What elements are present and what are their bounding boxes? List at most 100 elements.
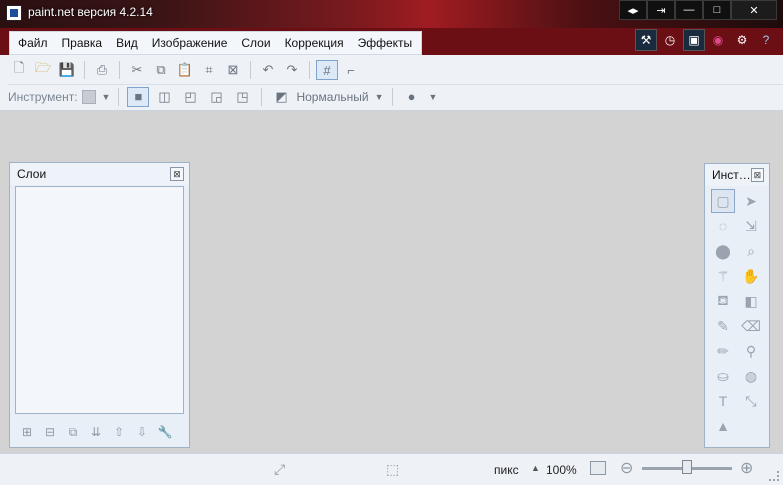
layers-actions: ⊞ ⊟ ⧉ ⇊ ⇧ ⇩ 🔧 [18,423,174,441]
new-file-icon[interactable]: 🗋 [8,60,30,80]
layers-panel-title: Слои [17,167,47,181]
lasso-select-icon[interactable]: ◌ [711,214,735,238]
pencil-icon[interactable]: ✏ [711,339,735,363]
selection-mode-intersect-icon[interactable]: ◲ [205,87,227,107]
move-selected-pixels-icon[interactable]: ➤ [739,189,763,213]
merge-layer-down-icon[interactable]: ⇊ [87,423,105,441]
tools-panel-title: Инст… [712,168,751,182]
delete-layer-icon[interactable]: ⊟ [41,423,59,441]
menu-view[interactable]: Вид [116,36,138,50]
crop-icon[interactable]: ⌗ [198,60,220,80]
shapes-icon[interactable]: ▲ [711,414,735,438]
clone-stamp-icon[interactable]: ⛀ [711,364,735,388]
separator [119,61,120,79]
common-actions-toolbar: 🗋 🗁 💾 ⎙ ✂ ⧉ 📋 ⌗ ⊠ ↶ ↷ # ⌐ [8,58,362,82]
separator [309,61,310,79]
window-maximize-button[interactable]: □ [703,0,731,20]
chevron-down-icon[interactable]: ▼ [375,92,384,102]
close-icon[interactable]: ⊠ [750,168,764,182]
menu-image[interactable]: Изображение [152,36,228,50]
tools-panel-header: Инст… ⊠ [705,164,769,186]
resize-grip[interactable] [769,471,779,481]
layers-list[interactable] [15,186,184,414]
window-close-button[interactable]: ✕ [731,0,777,20]
menu-effects[interactable]: Эффекты [358,36,413,50]
help-icon[interactable]: ? [755,29,777,51]
menu-layers[interactable]: Слои [241,36,270,50]
paste-icon[interactable]: 📋 [174,60,196,80]
deselect-icon[interactable]: ⊠ [222,60,244,80]
blend-mode-select[interactable]: Нормальный [296,90,368,104]
gear-icon[interactable]: ⚙ [731,29,753,51]
history-clock-icon[interactable]: ◷ [659,29,681,51]
zoom-icon[interactable]: ⌕ [739,239,763,263]
recolor-icon[interactable]: ◍ [739,364,763,388]
layers-icon[interactable]: ▣ [683,29,705,51]
rulers-icon[interactable]: ⌐ [340,60,362,80]
units-select[interactable]: пикс [494,463,519,477]
toolbar-area: 🗋 🗁 💾 ⎙ ✂ ⧉ 📋 ⌗ ⊠ ↶ ↷ # ⌐ Инструмент: ▼ … [0,55,783,111]
separator [391,87,393,106]
print-icon[interactable]: ⎙ [91,60,113,80]
zoom-to-window-icon[interactable] [590,461,606,475]
window-minimize-button[interactable]: — [675,0,703,20]
zoom-in-icon[interactable]: ⊕ [740,458,753,478]
separator [84,61,85,79]
window-exit-fullscreen-button[interactable]: ⇥ [647,0,675,20]
separator [250,61,251,79]
selection-mode-exclude-icon[interactable]: ◰ [179,87,201,107]
tool-label: Инструмент: [8,89,78,104]
layer-properties-icon[interactable]: 🔧 [156,423,174,441]
menu-edit[interactable]: Правка [62,36,103,50]
menu-adjustments[interactable]: Коррекция [285,36,344,50]
selection-mode-replace-icon[interactable]: ■ [127,86,150,107]
antialiasing-icon[interactable]: ● [401,87,423,107]
window-title: paint.net версия 4.2.14 [28,5,153,19]
selection-mode-union-icon[interactable]: ◫ [153,87,175,107]
separator [261,87,263,106]
grid-icon[interactable]: # [316,60,338,80]
menu-file[interactable]: Файл [18,36,48,50]
close-icon[interactable]: ⊠ [170,167,184,181]
pan-hand-icon[interactable]: ✋ [739,264,763,288]
tools-grid: ▢ ➤ ◌ ⇲ ⬤ ⌕ ⚚ ✋ ⛾ ◧ ✎ ⌫ ✏ ⚲ ⛀ ◍ T ⤡ ▲ [711,189,765,439]
hammer-icon[interactable]: ⚒ [635,29,657,51]
color-picker-icon[interactable]: ⚲ [739,339,763,363]
chevron-up-icon[interactable]: ▲ [531,463,540,473]
chevron-down-icon[interactable]: ▼ [429,92,438,102]
move-layer-up-icon[interactable]: ⇧ [110,423,128,441]
save-icon[interactable]: 💾 [56,60,78,80]
text-icon[interactable]: T [711,389,735,413]
rectangle-select-icon[interactable]: ▢ [711,189,735,213]
current-tool-icon[interactable] [81,89,96,104]
zoom-slider-thumb[interactable] [682,460,692,474]
image-size-icon: ⤢ [274,461,286,477]
chevron-down-icon[interactable]: ▼ [102,92,111,102]
line-curve-icon[interactable]: ⤡ [739,389,763,413]
zoom-level[interactable]: 100% [546,463,577,477]
zoom-out-icon[interactable]: ⊖ [620,458,633,478]
move-layer-down-icon[interactable]: ⇩ [133,423,151,441]
layers-panel: Слои ⊠ ⊞ ⊟ ⧉ ⇊ ⇧ ⇩ 🔧 [9,162,190,448]
paintbrush-icon[interactable]: ✎ [711,314,735,338]
undo-icon[interactable]: ↶ [257,60,279,80]
open-folder-icon[interactable]: 🗁 [32,60,54,80]
status-bar: ⤢ ⬚ пикс ▲ 100% ⊖ ⊕ [0,453,783,485]
cut-icon[interactable]: ✂ [126,60,148,80]
eraser-icon[interactable]: ⌫ [739,314,763,338]
duplicate-layer-icon[interactable]: ⧉ [64,423,82,441]
window-restore-layout-button[interactable]: ◂▸ [619,0,647,20]
move-selection-icon[interactable]: ⇲ [739,214,763,238]
magic-wand-icon[interactable]: ⚚ [711,264,735,288]
tools-panel: Инст… ⊠ ▢ ➤ ◌ ⇲ ⬤ ⌕ ⚚ ✋ ⛾ ◧ ✎ ⌫ ✏ ⚲ ⛀ ◍ … [704,163,770,448]
redo-icon[interactable]: ↷ [281,60,303,80]
gradient-icon[interactable]: ◧ [739,289,763,313]
window-controls: ◂▸ ⇥ — □ ✕ [619,0,777,20]
copy-icon[interactable]: ⧉ [150,60,172,80]
blend-mode-icon[interactable]: ◩ [270,87,292,107]
add-layer-icon[interactable]: ⊞ [18,423,36,441]
selection-mode-invert-icon[interactable]: ◳ [231,87,253,107]
color-wheel-icon[interactable]: ◉ [707,29,729,51]
paint-bucket-icon[interactable]: ⛾ [711,289,735,313]
ellipse-select-icon[interactable]: ⬤ [711,239,735,263]
